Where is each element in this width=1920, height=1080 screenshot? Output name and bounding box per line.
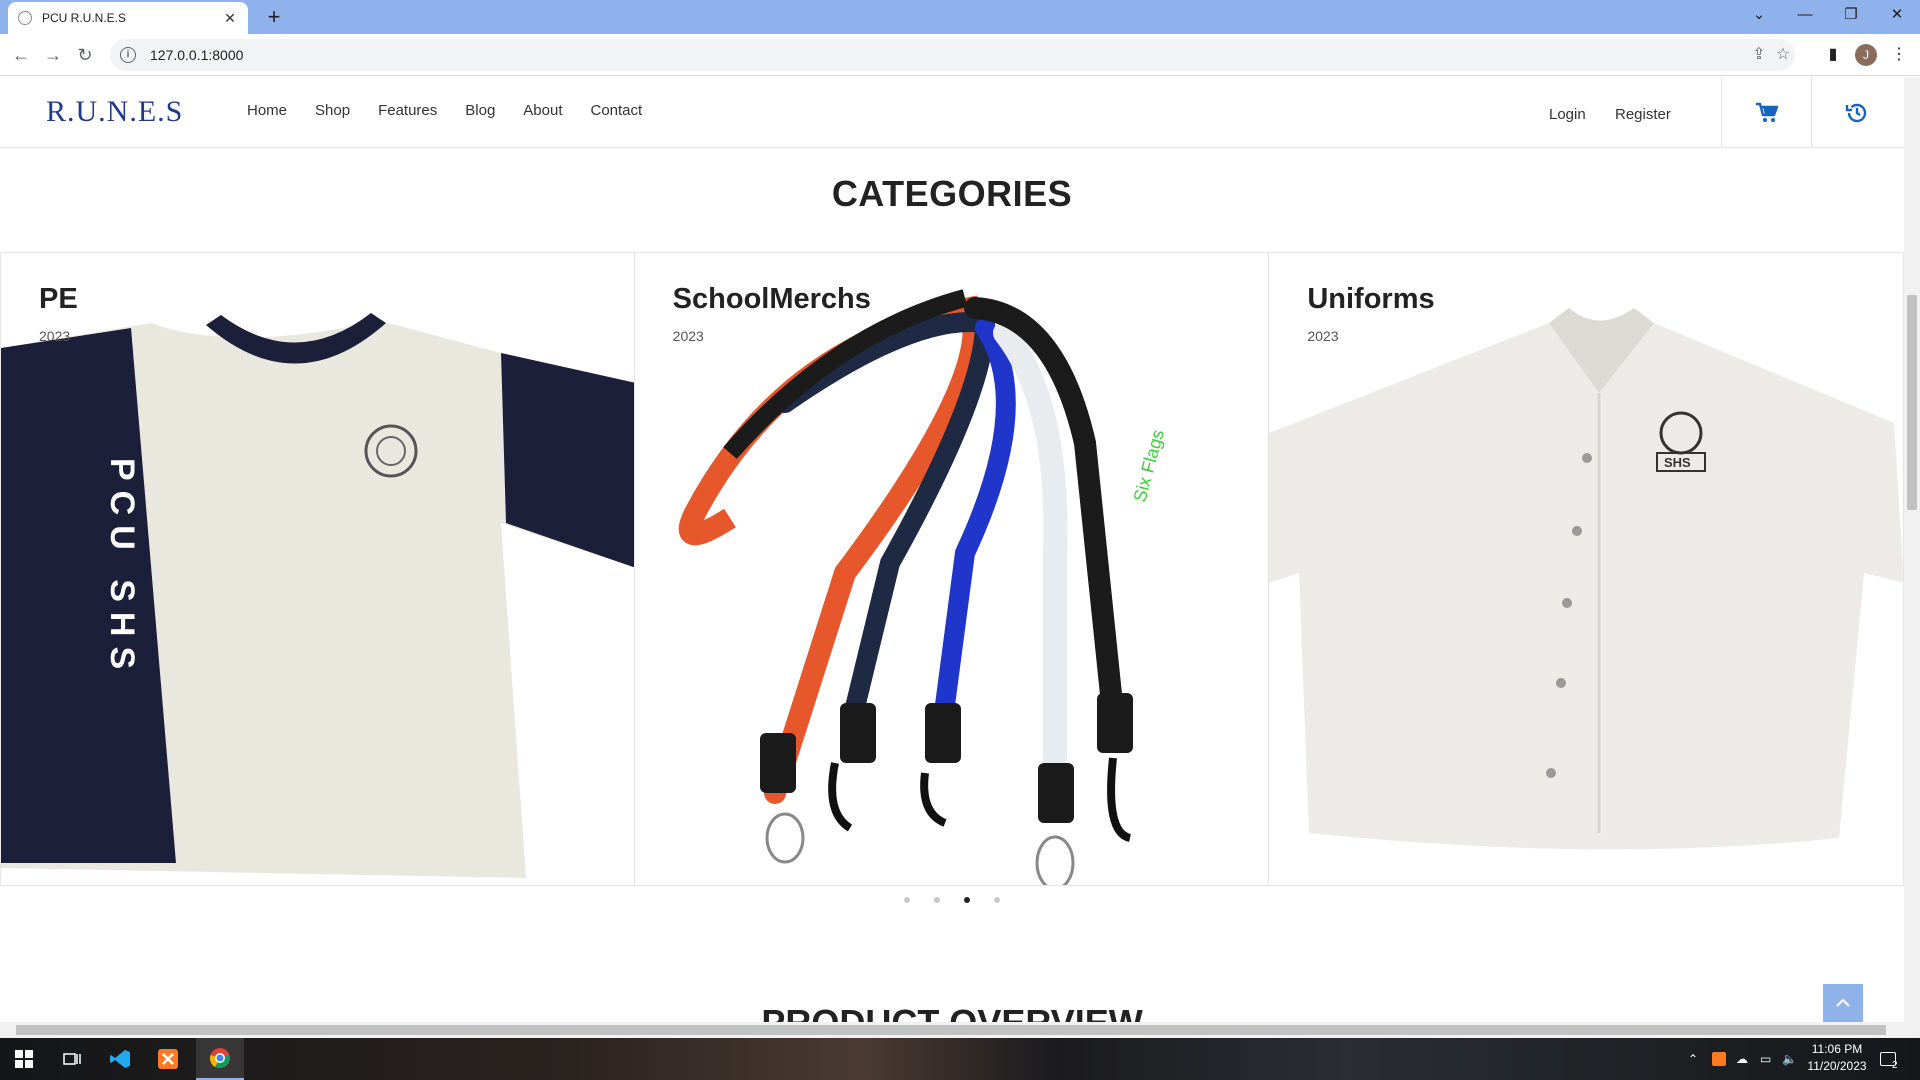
scrollbar-thumb[interactable] xyxy=(16,1025,1886,1035)
site-header: R.U.N.E.S Home Shop Features Blog About … xyxy=(0,77,1904,148)
chrome-icon xyxy=(209,1048,230,1069)
browser-menu-icon[interactable]: ⋮ xyxy=(1886,42,1912,68)
notification-center-button[interactable]: 2 xyxy=(1880,1038,1898,1080)
notification-icon xyxy=(1880,1052,1896,1066)
lanyard-print: Six Flags xyxy=(1129,427,1167,504)
chevron-up-icon xyxy=(1836,998,1850,1007)
category-year: 2023 xyxy=(672,328,704,344)
forward-arrow-icon[interactable]: → xyxy=(40,42,66,68)
site-favicon-icon xyxy=(18,11,32,25)
register-link[interactable]: Register xyxy=(1615,106,1671,123)
system-clock[interactable]: 11:06 PM 11/20/2023 xyxy=(1802,1041,1872,1075)
back-to-top-button[interactable] xyxy=(1823,984,1863,1022)
new-tab-button[interactable]: + xyxy=(260,4,288,32)
bookmark-star-icon[interactable]: ☆ xyxy=(1770,39,1796,71)
vscode-icon xyxy=(110,1050,130,1068)
pe-shirt-image: PCU SHS xyxy=(1,313,634,878)
minimize-button[interactable]: — xyxy=(1782,0,1828,30)
nav-features[interactable]: Features xyxy=(378,102,437,119)
vscode-taskbar-button[interactable] xyxy=(96,1038,144,1080)
horizontal-scrollbar[interactable] xyxy=(0,1022,1920,1038)
category-year: 2023 xyxy=(1307,328,1339,344)
nav-contact[interactable]: Contact xyxy=(591,102,643,119)
login-link[interactable]: Login xyxy=(1549,106,1586,123)
category-year: 2023 xyxy=(39,328,71,344)
category-name: Uniforms xyxy=(1307,283,1435,315)
windows-logo-icon xyxy=(15,1050,33,1068)
history-button[interactable] xyxy=(1811,77,1901,148)
category-card-pe[interactable]: PCU SHS PE 2023 xyxy=(0,252,635,886)
profile-avatar[interactable]: J xyxy=(1855,44,1877,66)
carousel-dot[interactable] xyxy=(904,897,910,903)
task-view-button[interactable] xyxy=(48,1038,96,1080)
category-card-uniforms[interactable]: SHS Uniforms 2023 xyxy=(1269,252,1905,886)
pe-shirt-print: PCU SHS xyxy=(103,458,141,679)
carousel-dot-active[interactable] xyxy=(964,897,970,903)
scrollbar-thumb[interactable] xyxy=(1907,295,1917,510)
lanyards-image: Six Flags xyxy=(678,289,1168,885)
browser-toolbar: ← → ↻ i 127.0.0.1:8000 ⇪ ☆ ▮ J ⋮ xyxy=(0,34,1920,76)
nav-blog[interactable]: Blog xyxy=(465,102,495,119)
xampp-icon xyxy=(158,1049,178,1069)
cart-icon xyxy=(1755,102,1778,122)
nav-home[interactable]: Home xyxy=(247,102,287,119)
address-bar[interactable]: i 127.0.0.1:8000 ⇪ ☆ xyxy=(110,39,1795,71)
section-title: CATEGORIES xyxy=(831,173,1073,214)
cart-button[interactable] xyxy=(1721,77,1811,148)
task-view-icon xyxy=(63,1053,81,1065)
browser-tab-strip: PCU R.U.N.E.S ✕ + ⌄ — ❐ ✕ xyxy=(0,0,1920,34)
category-carousel: PCU SHS PE 2023 Six Flags SchoolMerchs 2… xyxy=(0,252,1905,886)
clock-date: 11/20/2023 xyxy=(1807,1059,1867,1073)
clock-time: 11:06 PM xyxy=(1811,1042,1863,1056)
reload-icon[interactable]: ↻ xyxy=(72,42,98,68)
category-name: PE xyxy=(39,283,78,315)
chrome-taskbar-button[interactable] xyxy=(196,1038,244,1080)
category-card-schoolmerchs[interactable]: Six Flags SchoolMerchs 2023 xyxy=(634,252,1270,886)
carousel-dot[interactable] xyxy=(994,897,1000,903)
page-viewport: R.U.N.E.S Home Shop Features Blog About … xyxy=(0,77,1920,1038)
tray-xampp-icon[interactable] xyxy=(1712,1038,1726,1080)
vertical-scrollbar[interactable] xyxy=(1904,77,1920,1022)
restore-button[interactable]: ❐ xyxy=(1828,0,1874,30)
side-panel-icon[interactable]: ▮ xyxy=(1820,42,1846,68)
browser-tab[interactable]: PCU R.U.N.E.S ✕ xyxy=(8,2,248,34)
main-nav: Home Shop Features Blog About Contact xyxy=(247,102,670,119)
category-name: SchoolMerchs xyxy=(672,283,871,315)
nav-about[interactable]: About xyxy=(523,102,562,119)
volume-icon[interactable]: 🔈 xyxy=(1782,1038,1797,1080)
uniform-shirt-image: SHS xyxy=(1269,308,1904,850)
uniform-print: SHS xyxy=(1664,455,1691,470)
carousel-pagination xyxy=(0,897,1904,903)
site-info-icon[interactable]: i xyxy=(120,47,136,63)
tab-close-icon[interactable]: ✕ xyxy=(222,10,238,27)
share-icon[interactable]: ⇪ xyxy=(1746,39,1772,71)
back-arrow-icon[interactable]: ← xyxy=(8,42,34,68)
windows-start-button[interactable] xyxy=(0,1038,48,1080)
site-logo[interactable]: R.U.N.E.S xyxy=(46,95,183,129)
onedrive-cloud-icon[interactable]: ☁ xyxy=(1736,1038,1748,1080)
carousel-dot[interactable] xyxy=(934,897,940,903)
address-url: 127.0.0.1:8000 xyxy=(150,47,244,63)
network-icon[interactable]: ▭ xyxy=(1760,1038,1771,1080)
close-window-button[interactable]: ✕ xyxy=(1874,0,1920,30)
tab-title: PCU R.U.N.E.S xyxy=(42,11,127,25)
history-icon xyxy=(1845,103,1866,122)
tab-search-icon[interactable]: ⌄ xyxy=(1736,0,1782,30)
xampp-taskbar-button[interactable] xyxy=(144,1038,192,1080)
os-taskbar: ⌃ ☁ ▭ 🔈 11:06 PM 11/20/2023 2 xyxy=(0,1038,1920,1080)
nav-shop[interactable]: Shop xyxy=(315,102,350,119)
tray-chevron-up-icon[interactable]: ⌃ xyxy=(1688,1038,1698,1080)
